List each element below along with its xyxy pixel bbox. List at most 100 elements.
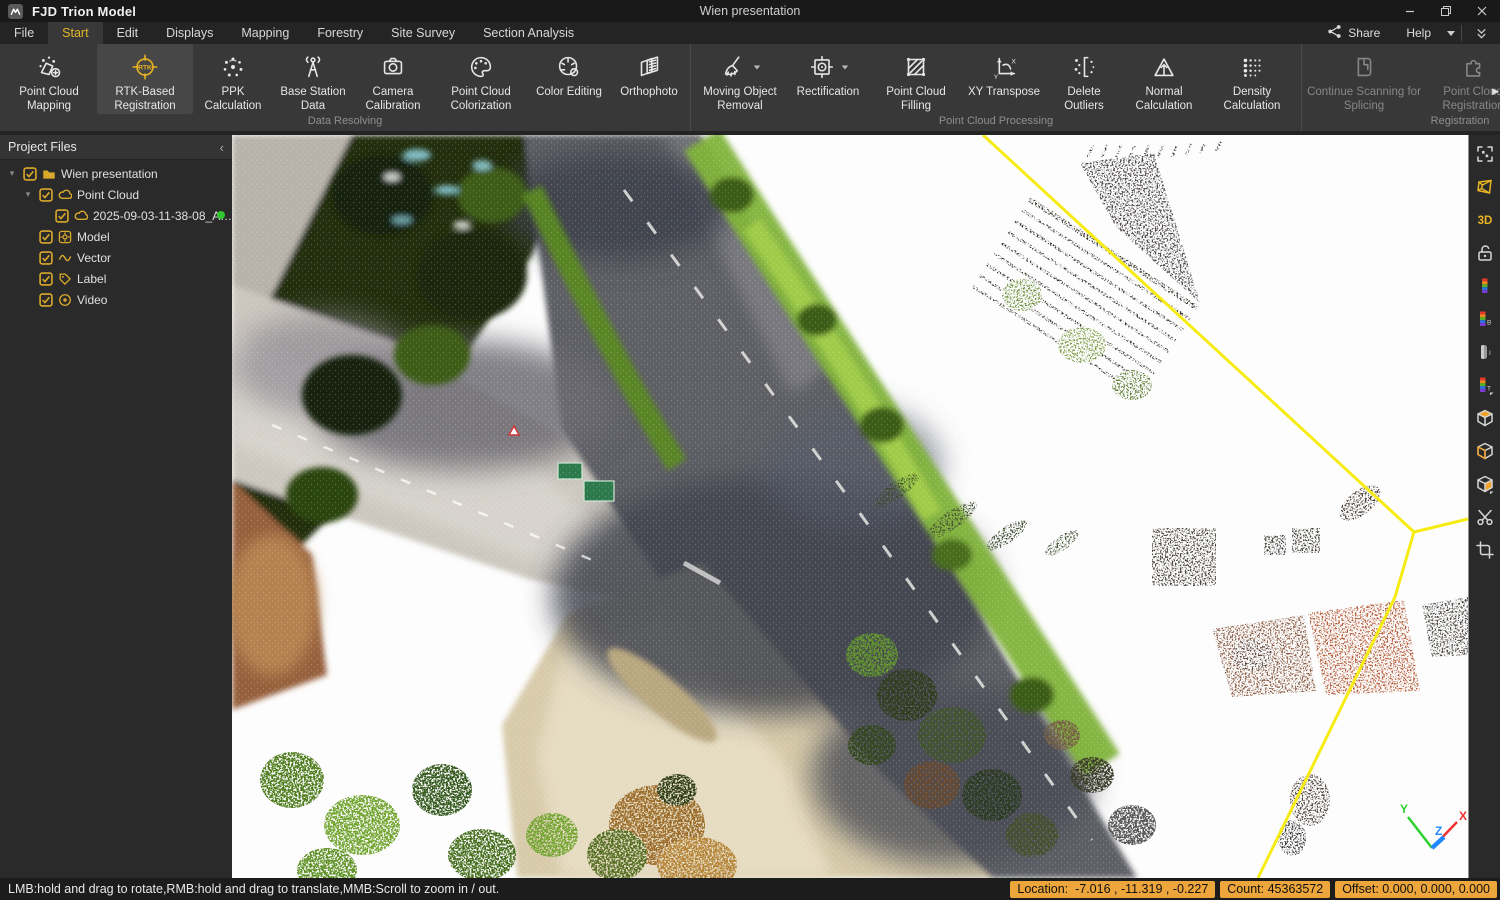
expand-arrow-icon[interactable]: ▾	[6, 168, 18, 179]
tree-item-point-cloud[interactable]: ▾Point Cloud	[0, 184, 232, 205]
menu-file[interactable]: File	[0, 22, 48, 44]
help-button[interactable]: Help	[1396, 26, 1441, 40]
3d-view-icon: 3D	[1475, 210, 1495, 233]
tree-item-vector[interactable]: Vector	[0, 247, 232, 268]
visibility-checkbox[interactable]	[55, 209, 69, 223]
panel-collapse-icon[interactable]: ‹	[220, 140, 224, 155]
share-button[interactable]: Share	[1317, 24, 1390, 42]
ribbon-item-orthophoto[interactable]: Orthophoto	[609, 44, 689, 114]
cube-front-face-icon	[1475, 441, 1495, 464]
menu-mapping[interactable]: Mapping	[227, 22, 303, 44]
ribbon-item-moving-object-removal[interactable]: Moving Object Removal	[692, 44, 788, 114]
ribbon-item-point-cloud-registration: Point Cloud Registration	[1425, 44, 1500, 114]
collapse-ribbon-button[interactable]	[1468, 27, 1494, 40]
ribbon-item-delete-outliers[interactable]: Delete Outliers	[1044, 44, 1124, 114]
view-toolbar: 3D B I T	[1468, 135, 1500, 878]
filling-icon	[901, 49, 931, 85]
toolbar-crop-button[interactable]	[1471, 535, 1499, 568]
axis-x-label: X	[1459, 809, 1467, 823]
svg-text:T: T	[1487, 386, 1491, 393]
main-area: Project Files ‹ ▾Wien presentation▾Point…	[0, 131, 1500, 878]
toolbar-perspective-view-button[interactable]	[1471, 172, 1499, 205]
ribbon-item-label: Moving Object Removal	[692, 85, 788, 113]
visibility-checkbox[interactable]	[23, 167, 37, 181]
ribbon-item-ppk-calculation[interactable]: PPK Calculation	[193, 44, 273, 114]
svg-text:B: B	[1487, 320, 1491, 327]
menu-displays[interactable]: Displays	[152, 22, 227, 44]
share-icon	[1327, 24, 1342, 42]
ribbon-item-label: XY Transpose	[966, 85, 1042, 99]
viewport-canvas[interactable]: Y Z X	[232, 135, 1468, 878]
continue-scanning-icon	[1349, 49, 1379, 85]
point-cloud-mapping-icon	[34, 49, 64, 85]
ribbon-item-color-editing[interactable]: Color Editing	[529, 44, 609, 114]
menu-site-survey[interactable]: Site Survey	[377, 22, 469, 44]
visibility-checkbox[interactable]	[39, 230, 53, 244]
menu-edit[interactable]: Edit	[103, 22, 153, 44]
ribbon-item-label: Rectification	[795, 85, 862, 99]
restore-button[interactable]	[1428, 0, 1464, 22]
visibility-checkbox[interactable]	[39, 188, 53, 202]
visibility-checkbox[interactable]	[39, 272, 53, 286]
color-time-icon: T	[1475, 375, 1495, 398]
tree-item-video[interactable]: Video	[0, 289, 232, 310]
toolbar-cube-side-face-button[interactable]	[1471, 469, 1499, 502]
colorization-icon	[466, 49, 496, 85]
ribbon-item-rtk-based-registration[interactable]: RTKRTK-Based Registration	[97, 44, 193, 114]
expand-arrow-icon[interactable]: ▾	[22, 189, 34, 200]
toolbar-intensity-button[interactable]: I	[1471, 337, 1499, 370]
location-badge: Location: -7.016 , -11.319 , -0.227	[1010, 881, 1215, 898]
ribbon-item-rectification[interactable]: Rectification	[788, 44, 868, 114]
tree-item-wien-presentation[interactable]: ▾Wien presentation	[0, 163, 232, 184]
toolbar-color-rgb-button[interactable]	[1471, 271, 1499, 304]
cloud-icon	[74, 209, 88, 223]
help-dropdown-icon[interactable]	[1447, 31, 1455, 36]
visibility-checkbox[interactable]	[39, 251, 53, 265]
rtk-registration-icon: RTK	[130, 49, 160, 85]
ribbon-item-point-cloud-colorization[interactable]: Point Cloud Colorization	[433, 44, 529, 114]
share-label: Share	[1348, 26, 1380, 40]
ribbon-item-density-calculation[interactable]: Density Calculation	[1204, 44, 1300, 114]
dropdown-caret-icon[interactable]	[842, 65, 848, 69]
ribbon-item-xy-transpose[interactable]: XYXY Transpose	[964, 44, 1044, 114]
color-editing-icon	[554, 49, 584, 85]
project-files-panel: Project Files ‹ ▾Wien presentation▾Point…	[0, 135, 232, 878]
ribbon-item-camera-calibration[interactable]: Camera Calibration	[353, 44, 433, 114]
ribbon-item-point-cloud-filling[interactable]: Point Cloud Filling	[868, 44, 964, 114]
toolbar-fit-view-button[interactable]	[1471, 139, 1499, 172]
visibility-checkbox[interactable]	[39, 293, 53, 307]
fit-view-icon	[1475, 144, 1495, 167]
toolbar-color-blue-channel-button[interactable]: B	[1471, 304, 1499, 337]
toolbar-color-time-button[interactable]: T	[1471, 370, 1499, 403]
vector-icon	[58, 251, 72, 265]
video-icon	[58, 293, 72, 307]
tree-item-model[interactable]: Model	[0, 226, 232, 247]
svg-text:X: X	[1012, 58, 1017, 65]
tree-item-2025-09-03-11-38-08-avst[interactable]: 2025-09-03-11-38-08_Avst...	[0, 205, 232, 226]
minimize-button[interactable]	[1392, 0, 1428, 22]
toolbar-cut-point-cloud-button[interactable]	[1471, 502, 1499, 535]
menu-section-analysis[interactable]: Section Analysis	[469, 22, 588, 44]
tree-item-label: Model	[77, 230, 110, 244]
count-badge: Count: 45363572	[1220, 881, 1330, 898]
toolbar-cube-solid-button[interactable]	[1471, 403, 1499, 436]
ribbon-item-base-station-data[interactable]: Base Station Data	[273, 44, 353, 114]
toolbar-unlock-button[interactable]	[1471, 238, 1499, 271]
ribbon-item-label: Orthophoto	[618, 85, 680, 99]
ribbon-scroll-right-icon[interactable]: ▶	[1492, 86, 1499, 97]
dropdown-caret-icon[interactable]	[754, 65, 760, 69]
tree-item-label[interactable]: Label	[0, 268, 232, 289]
ribbon-item-label: Color Editing	[534, 85, 604, 99]
menubar: FileStartEditDisplaysMappingForestrySite…	[0, 22, 1500, 44]
app-logo-icon	[8, 4, 23, 19]
close-button[interactable]	[1464, 0, 1500, 22]
menu-start[interactable]: Start	[48, 22, 102, 44]
menu-forestry[interactable]: Forestry	[303, 22, 377, 44]
ribbon-item-normal-calculation[interactable]: Normal Calculation	[1124, 44, 1204, 114]
ribbon-item-point-cloud-mapping[interactable]: Point Cloud Mapping	[1, 44, 97, 114]
toolbar-cube-front-face-button[interactable]	[1471, 436, 1499, 469]
ribbon-item-label: Normal Calculation	[1124, 85, 1204, 113]
ribbon-group-label: Registration	[1303, 114, 1500, 131]
toolbar-3d-view-button[interactable]: 3D	[1471, 205, 1499, 238]
project-tree: ▾Wien presentation▾Point Cloud2025-09-03…	[0, 160, 232, 310]
